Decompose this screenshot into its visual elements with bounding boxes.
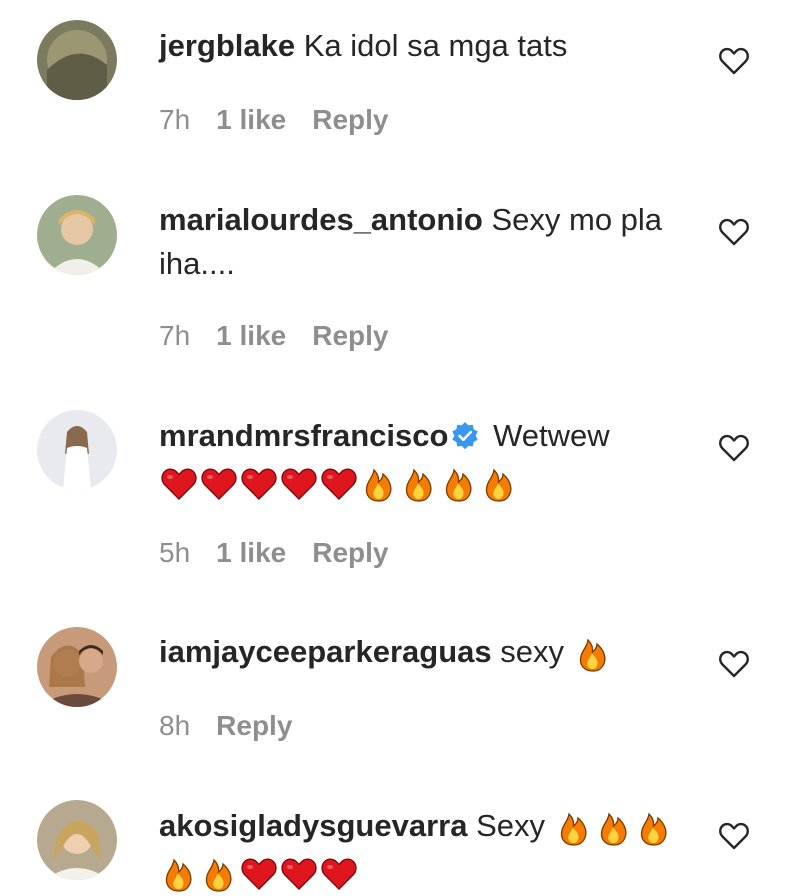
- comment-username[interactable]: akosigladysguevarra: [159, 808, 467, 843]
- comment-meta: 5h 1 like Reply: [159, 537, 414, 569]
- red-heart-icon: [279, 464, 319, 504]
- comment-time[interactable]: 7h: [159, 104, 190, 135]
- comment-text: sexy: [491, 634, 573, 669]
- fire-icon: [479, 464, 519, 504]
- comment-body: akosigladysguevarra Sexy: [159, 804, 679, 894]
- comment-meta: 7h 1 like Reply: [159, 320, 414, 352]
- reply-button[interactable]: Reply: [312, 537, 388, 568]
- reply-button[interactable]: Reply: [312, 320, 388, 351]
- heart-outline-icon[interactable]: [718, 820, 750, 852]
- comment-body: jergblake Ka idol sa mga tats: [159, 24, 679, 68]
- comment-body: iamjayceeparkeraguas sexy: [159, 630, 679, 674]
- avatar[interactable]: [37, 627, 117, 707]
- comment-time[interactable]: 5h: [159, 537, 190, 568]
- heart-outline-icon[interactable]: [718, 216, 750, 248]
- verified-badge-icon: [450, 419, 480, 450]
- comment-text: Sexy: [467, 808, 554, 843]
- red-heart-icon: [239, 854, 279, 894]
- comment-username[interactable]: iamjayceeparkeraguas: [159, 634, 492, 669]
- heart-outline-icon[interactable]: [718, 432, 750, 464]
- fire-icon: [439, 464, 479, 504]
- reply-button[interactable]: Reply: [312, 104, 388, 135]
- comment-body: marialourdes_antonio Sexy mo pla iha....: [159, 198, 679, 286]
- red-heart-icon: [319, 464, 359, 504]
- fire-icon: [159, 854, 199, 894]
- red-heart-icon: [319, 854, 359, 894]
- fire-icon: [199, 854, 239, 894]
- fire-icon: [554, 808, 594, 848]
- comment-time[interactable]: 8h: [159, 710, 190, 741]
- avatar[interactable]: [37, 20, 117, 100]
- comment-likes[interactable]: 1 like: [216, 537, 286, 568]
- comment-username[interactable]: marialourdes_antonio: [159, 202, 483, 237]
- comments-list: jergblake Ka idol sa mga tats 7h 1 like Re…: [0, 0, 800, 896]
- fire-icon: [359, 464, 399, 504]
- comment-text: Wetwew: [484, 418, 610, 453]
- red-heart-icon: [199, 464, 239, 504]
- comment-meta: 8h Reply: [159, 710, 318, 742]
- comment-likes[interactable]: 1 like: [216, 320, 286, 351]
- comment-body: mrandmrsfrancisco Wetwew: [159, 414, 679, 504]
- comment-username[interactable]: mrandmrsfrancisco: [159, 418, 448, 453]
- comment-text: Ka idol sa mga tats: [295, 28, 568, 63]
- comment-likes[interactable]: 1 like: [216, 104, 286, 135]
- heart-outline-icon[interactable]: [718, 648, 750, 680]
- fire-icon: [573, 634, 613, 674]
- reply-button[interactable]: Reply: [216, 710, 292, 741]
- emoji-row: [159, 460, 519, 504]
- avatar[interactable]: [37, 800, 117, 880]
- comment-time[interactable]: 7h: [159, 320, 190, 351]
- red-heart-icon: [279, 854, 319, 894]
- fire-icon: [594, 808, 634, 848]
- fire-icon: [634, 808, 674, 848]
- heart-outline-icon[interactable]: [718, 45, 750, 77]
- comment-username[interactable]: jergblake: [159, 28, 295, 63]
- avatar[interactable]: [37, 410, 117, 490]
- red-heart-icon: [159, 464, 199, 504]
- comment-meta: 7h 1 like Reply: [159, 104, 414, 136]
- fire-icon: [399, 464, 439, 504]
- emoji-row: [159, 850, 359, 894]
- red-heart-icon: [239, 464, 279, 504]
- avatar[interactable]: [37, 195, 117, 275]
